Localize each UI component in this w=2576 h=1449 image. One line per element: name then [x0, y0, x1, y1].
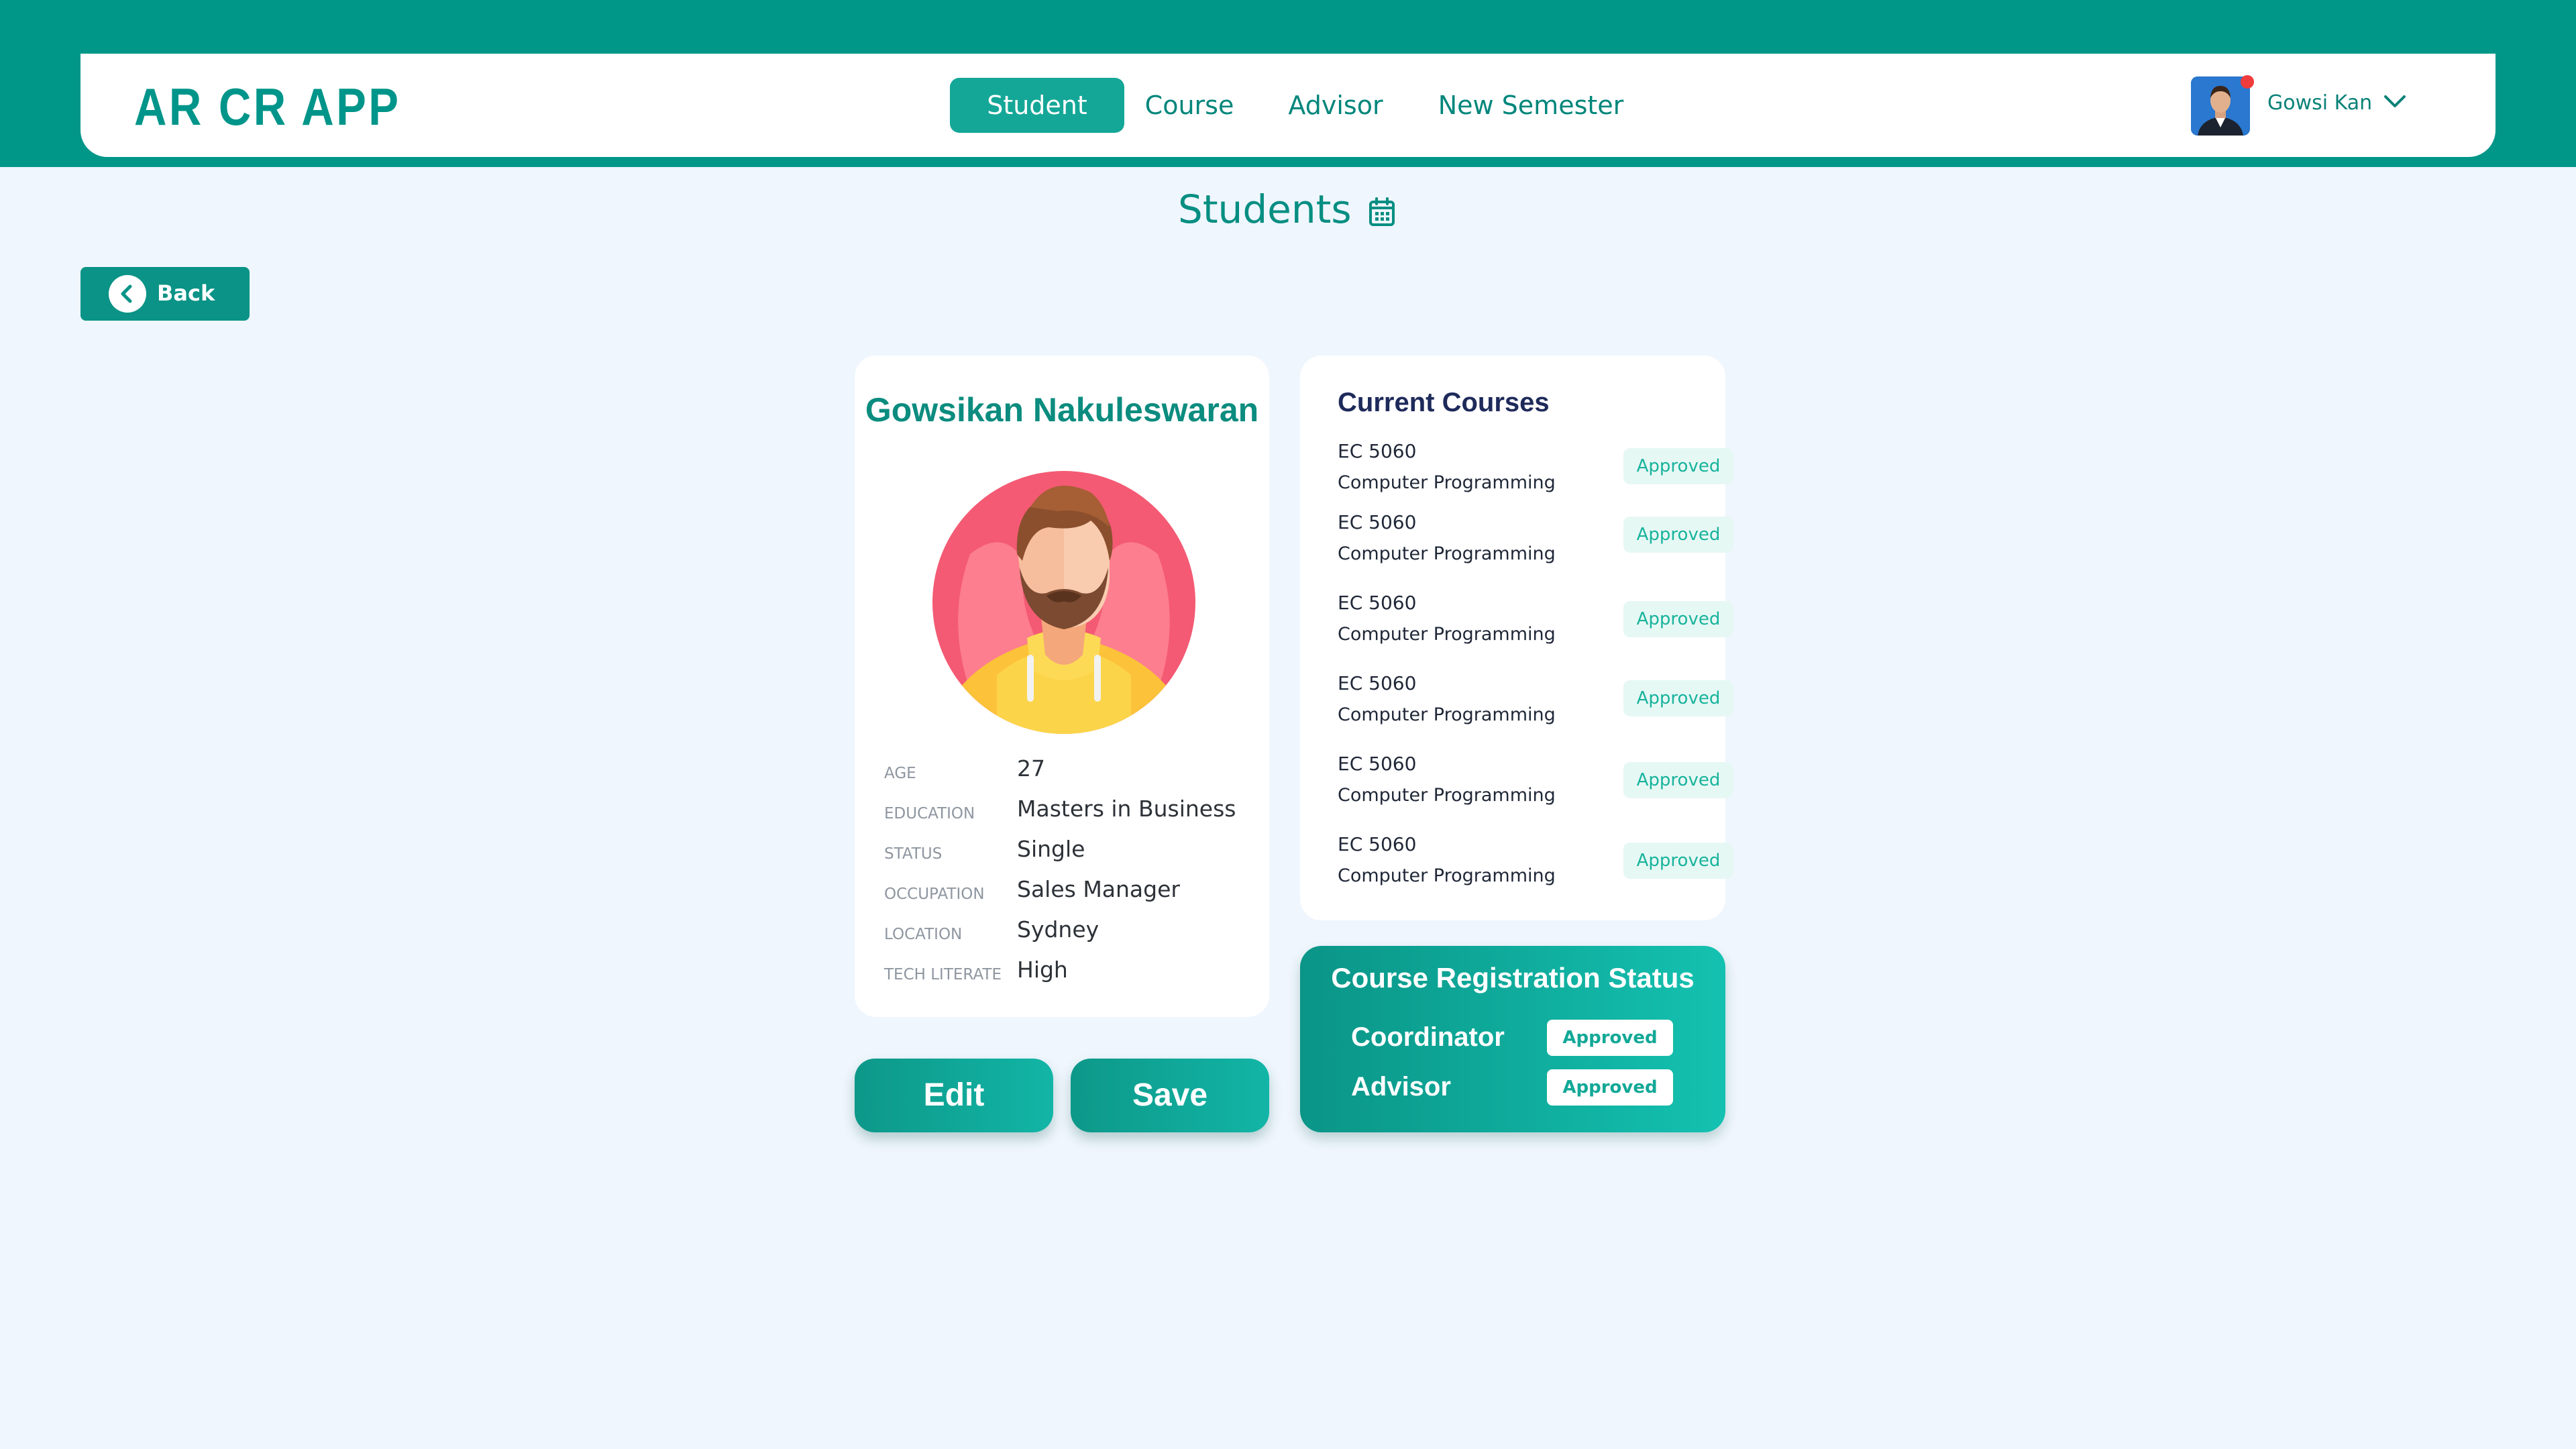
notification-dot — [2241, 75, 2254, 89]
back-button-label: Back — [157, 280, 215, 306]
student-profile-card: Gowsikan Nakuleswaran AGE 27 EDUCATION M… — [855, 356, 1269, 1017]
student-avatar — [930, 453, 1198, 738]
chevron-left-icon — [109, 275, 146, 313]
page-title: Students — [1178, 186, 1352, 232]
course-name: Computer Programming — [1338, 704, 1556, 725]
course-code: EC 5060 — [1338, 440, 1417, 462]
save-button[interactable]: Save — [1071, 1059, 1269, 1132]
registration-status-card: Course Registration Status Coordinator A… — [1300, 946, 1725, 1132]
course-status-badge: Approved — [1623, 762, 1733, 798]
info-key: EDUCATION — [884, 805, 975, 822]
nav-course[interactable]: Course — [1134, 78, 1245, 133]
course-status-badge: Approved — [1623, 843, 1733, 879]
calendar-icon[interactable] — [1368, 197, 1395, 229]
info-key: AGE — [884, 765, 916, 782]
info-value: Masters in Business — [1017, 796, 1236, 822]
course-code: EC 5060 — [1338, 833, 1417, 855]
course-name: Computer Programming — [1338, 543, 1556, 564]
course-name: Computer Programming — [1338, 624, 1556, 645]
nav-new-semester[interactable]: New Semester — [1426, 78, 1635, 133]
course-item[interactable]: EC 5060 Computer Programming Approved — [1338, 833, 1733, 900]
course-item[interactable]: EC 5060 Computer Programming Approved — [1338, 592, 1733, 659]
course-status-badge: Approved — [1623, 680, 1733, 716]
registration-status-title: Course Registration Status — [1331, 962, 1695, 994]
info-value: High — [1017, 957, 1068, 983]
course-status-badge: Approved — [1623, 601, 1733, 637]
status-label: Coordinator — [1351, 1022, 1505, 1052]
info-key: STATUS — [884, 845, 943, 863]
user-name[interactable]: Gowsi Kan — [2267, 91, 2372, 115]
course-status-badge: Approved — [1623, 517, 1733, 553]
course-code: EC 5060 — [1338, 511, 1417, 533]
status-badge: Approved — [1547, 1069, 1673, 1106]
course-name: Computer Programming — [1338, 865, 1556, 886]
course-item[interactable]: EC 5060 Computer Programming Approved — [1338, 672, 1733, 739]
course-status-badge: Approved — [1623, 448, 1733, 484]
back-button[interactable]: Back — [80, 267, 250, 321]
course-name: Computer Programming — [1338, 472, 1556, 493]
info-key: OCCUPATION — [884, 885, 985, 903]
status-badge: Approved — [1547, 1020, 1673, 1056]
course-item[interactable]: EC 5060 Computer Programming Approved — [1338, 511, 1733, 578]
nav-student[interactable]: Student — [950, 78, 1124, 133]
course-item[interactable]: EC 5060 Computer Programming Approved — [1338, 753, 1733, 820]
course-code: EC 5060 — [1338, 753, 1417, 775]
current-courses-card: Current Courses EC 5060 Computer Program… — [1300, 356, 1733, 920]
course-code: EC 5060 — [1338, 672, 1417, 694]
current-courses-title: Current Courses — [1338, 388, 1550, 417]
status-label: Advisor — [1351, 1072, 1451, 1102]
student-name: Gowsikan Nakuleswaran — [865, 391, 1259, 429]
nav-advisor[interactable]: Advisor — [1272, 78, 1399, 133]
course-code: EC 5060 — [1338, 592, 1417, 614]
info-key: LOCATION — [884, 926, 963, 943]
info-value: Sales Manager — [1017, 876, 1180, 902]
course-name: Computer Programming — [1338, 785, 1556, 806]
edit-button[interactable]: Edit — [855, 1059, 1053, 1132]
info-value: Single — [1017, 836, 1085, 862]
info-value: Sydney — [1017, 916, 1099, 943]
status-row-coordinator: Coordinator Approved — [1351, 1020, 1686, 1060]
app-logo[interactable]: AR CR APP — [134, 70, 400, 144]
info-key: TECH LITERATE — [884, 966, 1002, 983]
chevron-down-icon[interactable] — [2383, 94, 2407, 113]
course-item[interactable]: EC 5060 Computer Programming Approved — [1338, 440, 1733, 507]
info-value: 27 — [1017, 755, 1045, 782]
status-row-advisor: Advisor Approved — [1351, 1069, 1686, 1110]
